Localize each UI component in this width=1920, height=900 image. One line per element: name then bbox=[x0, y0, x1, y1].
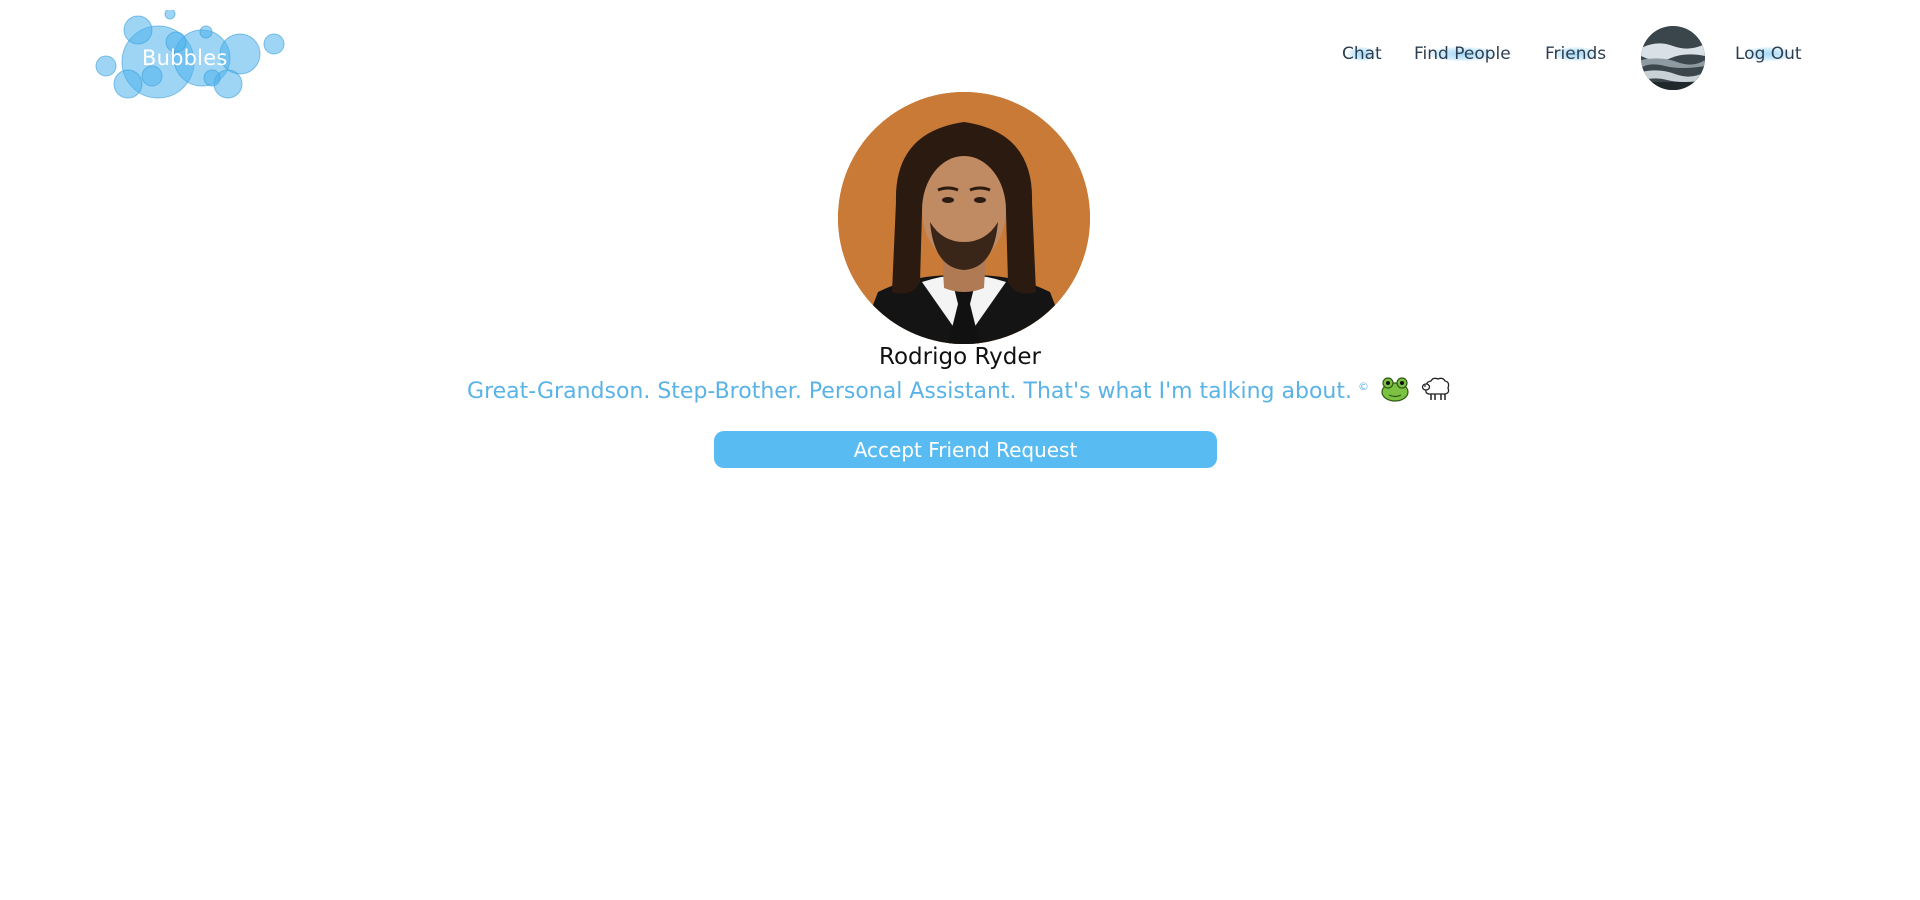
main-nav: Chat Find People Friends Log Out bbox=[0, 26, 1920, 90]
profile-photo bbox=[838, 92, 1090, 344]
profile-portrait-graphic bbox=[838, 92, 1090, 344]
nav-chat-label: Chat bbox=[1342, 44, 1382, 64]
nav-friends-label: Friends bbox=[1545, 44, 1607, 64]
profile-bio-mark: © bbox=[1357, 379, 1369, 393]
profile-bio: Great-Grandson. Step-Brother. Personal A… bbox=[0, 376, 1920, 408]
profile-page: Bubbles Chat Find People Friends Log Out… bbox=[0, 0, 1920, 900]
sheep-emoji-icon bbox=[1421, 376, 1453, 408]
profile-bio-text: Great-Grandson. Step-Brother. Personal A… bbox=[467, 379, 1352, 404]
accept-friend-request-button[interactable]: Accept Friend Request bbox=[714, 431, 1217, 468]
nav-log-out-link[interactable]: Log Out bbox=[1735, 44, 1802, 64]
nav-friends-link[interactable]: Friends bbox=[1545, 44, 1606, 64]
nav-log-out-label: Log Out bbox=[1735, 44, 1802, 64]
frog-emoji-icon bbox=[1380, 376, 1410, 408]
nav-chat-link[interactable]: Chat bbox=[1342, 44, 1382, 64]
avatar-landscape-graphic bbox=[1641, 26, 1705, 90]
user-avatar-icon[interactable] bbox=[1641, 26, 1705, 90]
nav-find-people-link[interactable]: Find People bbox=[1414, 44, 1511, 64]
nav-find-people-label: Find People bbox=[1414, 44, 1511, 64]
profile-name: Rodrigo Ryder bbox=[879, 344, 1041, 370]
